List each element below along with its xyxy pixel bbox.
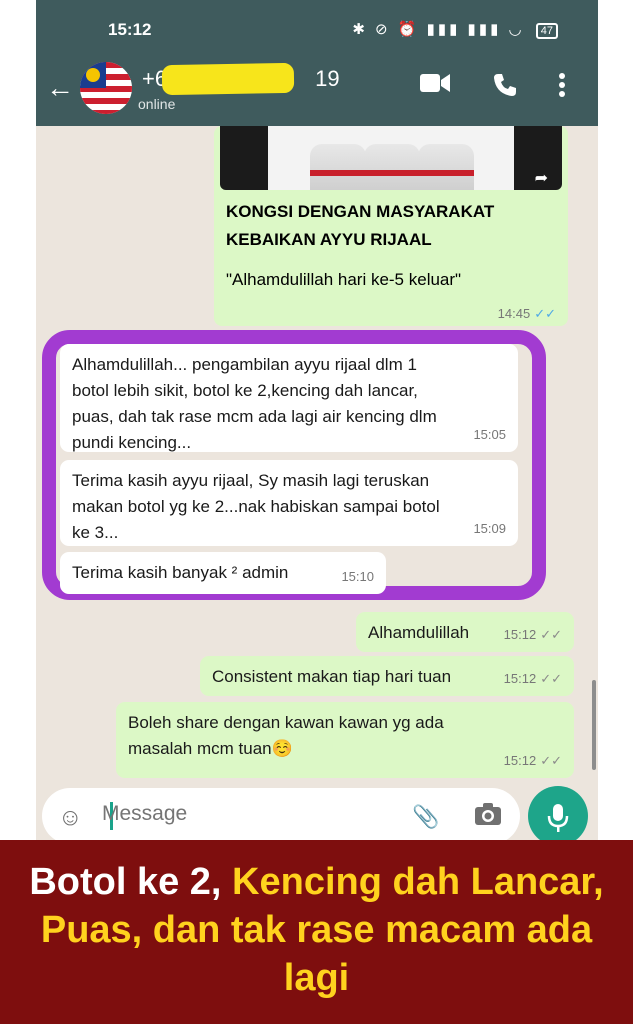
battery-icon: 47	[535, 23, 558, 39]
message-bubble-incoming[interactable]: Terima kasih ayyu rijaal, Sy masih lagi …	[60, 460, 518, 546]
mic-icon[interactable]	[528, 786, 588, 840]
message-bubble-outgoing[interactable]: Consistent makan tiap hari tuan 15:12 ✓✓	[200, 656, 574, 696]
status-icons: ✱ ⊘ ⏰ ▮▮▮ ▮▮▮ ◡ 47	[352, 20, 558, 39]
video-icon[interactable]	[420, 72, 450, 101]
product-image[interactable]: ➦	[220, 126, 562, 190]
message-time: 15:12 ✓✓	[503, 671, 562, 686]
chat-header: ← +6 19 online	[36, 52, 598, 126]
promo-banner: Botol ke 2, Kencing dah Lancar, Puas, da…	[0, 840, 633, 1024]
contact-status: online	[138, 96, 176, 112]
message-bubble-outgoing[interactable]: Alhamdulillah 15:12 ✓✓	[356, 612, 574, 652]
scrollbar[interactable]	[592, 680, 596, 770]
emoji-icon[interactable]: ☺	[58, 804, 83, 832]
read-ticks-icon: ✓✓	[534, 306, 556, 321]
arrow-left-icon[interactable]: ←	[46, 72, 74, 104]
banner-line-3: lagi	[283, 957, 350, 999]
contact-suffix: 19	[315, 66, 340, 91]
message-time: 14:45 ✓✓	[497, 306, 556, 321]
delivered-ticks-icon: ✓✓	[540, 753, 562, 768]
status-bar: 15:12 ✱ ⊘ ⏰ ▮▮▮ ▮▮▮ ◡ 47	[36, 0, 598, 52]
message-time: 15:05	[473, 427, 506, 442]
message-input[interactable]	[102, 802, 382, 826]
delivered-ticks-icon: ✓✓	[540, 627, 562, 642]
message-bubble-incoming[interactable]: Terima kasih banyak ² admin 15:10	[60, 552, 386, 594]
message-time: 15:12 ✓✓	[503, 627, 562, 642]
delivered-ticks-icon: ✓✓	[540, 671, 562, 686]
forwarded-message[interactable]: ➦ KONGSI DENGAN MASYARAKAT KEBAIKAN AYYU…	[214, 126, 568, 326]
camera-icon[interactable]	[474, 802, 502, 833]
banner-line-2: Puas, dan tak rase macam ada	[40, 909, 593, 951]
forward-icon[interactable]: ➦	[535, 168, 548, 188]
message-time: 15:12 ✓✓	[503, 753, 562, 768]
status-indicators-icon: ✱ ⊘ ⏰ ▮▮▮ ▮▮▮ ◡	[352, 21, 525, 38]
message-time: 15:10	[341, 569, 374, 584]
more-icon[interactable]	[558, 72, 566, 105]
message-composer: ☺ 📎	[42, 788, 520, 840]
whatsapp-screen: 15:12 ✱ ⊘ ⏰ ▮▮▮ ▮▮▮ ◡ 47 ← +619 online	[36, 0, 598, 840]
avatar[interactable]	[80, 62, 132, 114]
forwarded-quote: "Alhamdulillah hari ke-5 keluar"	[226, 270, 462, 289]
message-time: 15:09	[473, 521, 506, 536]
message-bubble-incoming[interactable]: Alhamdulillah... pengambilan ayyu rijaal…	[60, 344, 518, 452]
paperclip-icon[interactable]: 📎	[412, 804, 439, 830]
phone-icon[interactable]	[492, 72, 518, 105]
message-bubble-outgoing[interactable]: Boleh share dengan kawan kawan yg ada ma…	[116, 702, 574, 778]
banner-line-1: Botol ke 2, Kencing dah Lancar,	[29, 861, 604, 903]
forwarded-heading: KONGSI DENGAN MASYARAKAT KEBAIKAN AYYU R…	[226, 202, 495, 249]
status-time: 15:12	[108, 20, 152, 39]
redaction-mark	[161, 62, 295, 96]
